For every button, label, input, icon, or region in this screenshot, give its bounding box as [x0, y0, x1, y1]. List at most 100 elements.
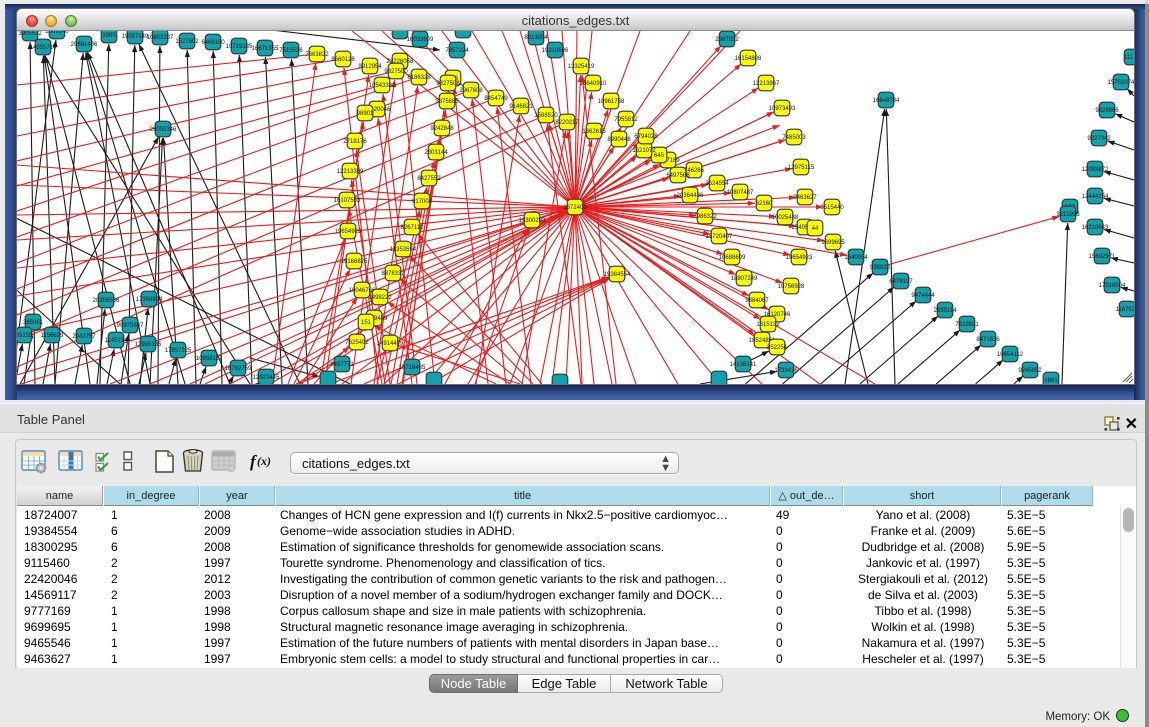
svg-text:7857224: 7857224	[445, 48, 469, 54]
svg-text:15751074: 15751074	[1108, 80, 1134, 86]
svg-text:20364436: 20364436	[677, 193, 704, 199]
svg-text:62160: 62160	[756, 201, 773, 207]
svg-text:19384554: 19384554	[604, 272, 631, 278]
svg-text:1362615: 1362615	[582, 129, 606, 135]
svg-text:9329966: 9329966	[1095, 108, 1119, 114]
svg-text:9474444: 9474444	[911, 293, 935, 299]
svg-text:8912954: 8912954	[358, 64, 382, 70]
svg-text:7515526: 7515526	[279, 48, 303, 54]
svg-text:151: 151	[361, 320, 372, 326]
svg-text:7986322: 7986322	[693, 214, 717, 220]
svg-text:3624554: 3624554	[705, 181, 729, 187]
svg-text:3905572: 3905572	[18, 31, 42, 37]
svg-text:6479197: 6479197	[889, 279, 913, 285]
svg-text:1145194: 1145194	[105, 338, 129, 344]
svg-text:10961758: 10961758	[598, 99, 625, 105]
svg-text:18807249: 18807249	[731, 276, 758, 282]
svg-text:10654112: 10654112	[997, 352, 1024, 358]
svg-text:1167533: 1167533	[1116, 307, 1134, 313]
svg-text:1527602: 1527602	[175, 39, 199, 45]
svg-text:11353594: 11353594	[390, 247, 417, 253]
svg-text:15692971: 15692971	[1089, 254, 1116, 260]
svg-text:7485003: 7485003	[782, 135, 806, 141]
svg-text:90975887: 90975887	[117, 323, 144, 329]
svg-text:10025438: 10025438	[772, 215, 799, 221]
svg-text:8454749: 8454749	[484, 96, 508, 102]
svg-text:10807487: 10807487	[727, 190, 754, 196]
svg-text:10853287: 10853287	[147, 35, 174, 41]
svg-text:8471626: 8471626	[976, 337, 1000, 343]
svg-text:19218506: 19218506	[542, 48, 569, 54]
svg-text:13325419: 13325419	[568, 64, 595, 70]
svg-text:8427552: 8427552	[417, 176, 441, 182]
svg-text:3875685: 3875685	[435, 99, 459, 105]
svg-text:16033809: 16033809	[407, 37, 434, 43]
svg-text:252254: 252254	[767, 345, 788, 351]
svg-text:1498222: 1498222	[368, 295, 392, 301]
svg-text:10973493: 10973493	[769, 106, 796, 112]
svg-text:9457771: 9457771	[330, 362, 354, 368]
svg-text:6466160: 6466160	[201, 40, 225, 46]
svg-text:1588520: 1588520	[534, 113, 558, 119]
svg-text:2942757: 2942757	[72, 334, 96, 340]
svg-text:6497568: 6497568	[666, 173, 690, 179]
svg-text:8878332: 8878332	[381, 271, 405, 277]
svg-text:12093872: 12093872	[1082, 167, 1109, 173]
svg-text:17359924: 17359924	[136, 297, 163, 303]
svg-text:(x): (x)	[257, 454, 271, 468]
svg-text:8813054: 8813054	[524, 35, 548, 41]
svg-text:1661: 1661	[1044, 378, 1058, 384]
svg-text:10958117: 10958117	[196, 356, 223, 362]
svg-text:12923445: 12923445	[253, 375, 280, 381]
svg-text:19057149: 19057149	[122, 34, 149, 40]
svg-text:9515440: 9515440	[820, 205, 844, 211]
svg-text:1156829: 1156829	[41, 333, 65, 339]
svg-text:1615132: 1615132	[756, 322, 780, 328]
svg-text:20206536: 20206536	[93, 298, 120, 304]
svg-text:9242848: 9242848	[430, 126, 454, 132]
svg-text:1905: 1905	[102, 33, 116, 39]
svg-text:11173: 11173	[1124, 55, 1134, 61]
svg-text:16640910: 16640910	[580, 81, 607, 87]
svg-text:16210643: 16210643	[1082, 225, 1109, 231]
svg-text:9227342: 9227342	[1087, 136, 1111, 142]
svg-text:12444154: 12444154	[1082, 194, 1109, 200]
svg-text:9463627: 9463627	[793, 195, 817, 201]
svg-text:8186328: 8186328	[407, 75, 431, 81]
svg-text:10719185: 10719185	[226, 44, 253, 50]
svg-text:16648784: 16648784	[873, 98, 900, 104]
svg-text:16154808: 16154808	[735, 56, 762, 62]
svg-text:44: 44	[812, 226, 819, 232]
svg-text:16782759: 16782759	[225, 366, 252, 372]
svg-text:9884067: 9884067	[745, 298, 769, 304]
svg-text:9327508: 9327508	[436, 81, 460, 87]
svg-text:14055714: 14055714	[30, 45, 57, 51]
svg-text:1733426: 1733426	[774, 368, 798, 374]
svg-text:98901: 98901	[357, 111, 374, 117]
svg-text:15716485: 15716485	[399, 365, 426, 371]
svg-text:16107553: 16107553	[334, 198, 361, 204]
svg-text:7632621: 7632621	[955, 322, 979, 328]
svg-text:19654923: 19654923	[786, 255, 813, 261]
svg-text:8660128: 8660128	[331, 57, 355, 63]
svg-text:9699695: 9699695	[821, 240, 845, 246]
svg-text:17016504: 17016504	[1099, 283, 1126, 289]
svg-text:938923: 938923	[870, 265, 891, 271]
svg-text:1621072: 1621072	[632, 148, 656, 154]
svg-text:917004: 917004	[412, 199, 433, 205]
svg-text:19300293: 19300293	[519, 218, 546, 224]
svg-text:14914479: 14914479	[377, 341, 404, 347]
svg-text:2987652: 2987652	[715, 37, 739, 43]
svg-text:1640954: 1640954	[844, 255, 868, 261]
svg-text:19166825: 19166825	[341, 259, 368, 265]
svg-text:9245652: 9245652	[1018, 368, 1042, 374]
svg-text:7663822: 7663822	[305, 52, 329, 58]
svg-text:2935114: 2935114	[934, 308, 958, 314]
svg-text:7625402: 7625402	[345, 340, 369, 346]
svg-text:385061: 385061	[23, 320, 44, 326]
svg-text:14136141: 14136141	[730, 362, 757, 368]
svg-text:17957225: 17957225	[165, 348, 192, 354]
svg-text:2718176: 2718176	[343, 139, 367, 145]
svg-text:2967608: 2967608	[459, 88, 483, 94]
svg-text:2803144: 2803144	[424, 150, 448, 156]
